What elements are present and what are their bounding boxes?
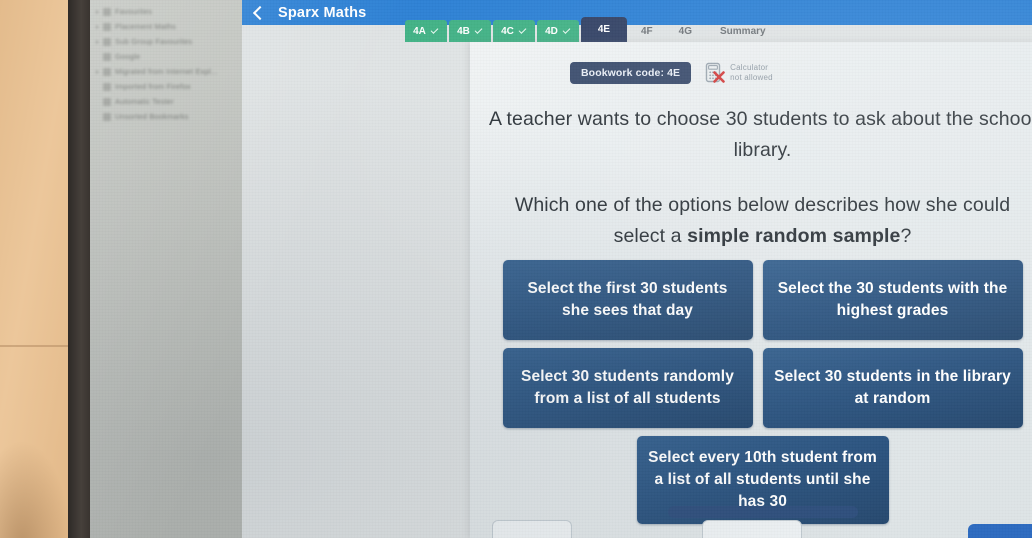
submit-button[interactable]	[968, 524, 1032, 538]
answer-field-placeholder[interactable]	[668, 506, 858, 518]
answer-options-row-1: Select the first 30 students she sees th…	[470, 260, 1032, 340]
tab-label: 4B	[457, 25, 470, 37]
answer-options: Select the first 30 students she sees th…	[470, 260, 1032, 532]
bookmark-item[interactable]: Migrated from Internet Expl...	[90, 64, 242, 79]
folder-icon	[103, 22, 111, 31]
bookmark-label: Sub Group Favourites	[115, 37, 193, 46]
calculator-note-text: Calculator not allowed	[730, 63, 773, 83]
answer-option-b[interactable]: Select the 30 students with the highest …	[762, 260, 1023, 340]
tab-label: 4G	[678, 25, 693, 37]
question-meta-row: Bookwork code: 4E Calculator not allowed	[570, 62, 773, 84]
question-emphasis: simple random sample	[687, 225, 901, 247]
wall-seam	[0, 345, 72, 347]
browser-bookmarks-sidebar[interactable]: Favourites Placement Maths Sub Group Fav…	[90, 0, 242, 538]
calculator-note-line2: not allowed	[730, 73, 773, 82]
folder-icon	[103, 37, 111, 46]
bookmark-item[interactable]: Favourites	[90, 4, 242, 19]
question-paragraph-2-post: ?	[900, 225, 912, 247]
tab-label: 4A	[413, 25, 426, 37]
bottom-toolbar	[470, 506, 1032, 538]
bookmark-item[interactable]: Automatic Tester	[90, 94, 242, 109]
tab-4e[interactable]: 4E	[581, 17, 627, 42]
room-wall-background	[0, 0, 72, 538]
screen-surface: Favourites Placement Maths Sub Group Fav…	[90, 0, 1032, 538]
check-icon	[430, 27, 439, 36]
folder-icon	[103, 82, 111, 91]
question-paragraph-2: Which one of the options below describes…	[488, 190, 1032, 252]
answer-option-d[interactable]: Select 30 students in the library at ran…	[762, 348, 1023, 428]
chevron-right-icon	[96, 9, 99, 14]
folder-icon	[103, 112, 111, 121]
folder-icon	[103, 97, 111, 106]
question-tab-strip: 4A 4B 4C 4D 4E 4F 4G Summary	[242, 14, 1032, 42]
bookmark-label: Unsorted Bookmarks	[115, 112, 189, 121]
bookmark-label: Placement Maths	[115, 22, 176, 31]
check-icon	[474, 27, 483, 36]
tab-4d[interactable]: 4D	[537, 20, 579, 42]
question-paragraph-1: A teacher wants to choose 30 students to…	[488, 108, 1032, 161]
bookwork-code-badge[interactable]: Bookwork code: 4E	[570, 62, 692, 84]
answer-options-row-2: Select 30 students randomly from a list …	[470, 348, 1032, 428]
tab-label: 4C	[501, 25, 514, 37]
folder-icon	[103, 7, 111, 16]
favicon-icon	[103, 52, 111, 61]
tab-4c[interactable]: 4C	[493, 20, 535, 42]
question-text: A teacher wants to choose 30 students to…	[488, 104, 1032, 252]
chevron-right-icon	[96, 24, 99, 29]
bookmark-label: Favourites	[115, 7, 153, 16]
check-icon	[518, 27, 527, 36]
chevron-right-icon	[96, 39, 99, 44]
tab-4a[interactable]: 4A	[405, 20, 447, 42]
bookmark-item[interactable]: Google	[90, 49, 242, 64]
answer-option-c[interactable]: Select 30 students randomly from a list …	[502, 348, 753, 428]
sparx-maths-app: Sparx Maths 4A 4B 4C 4D 4E 4F 4G Summary…	[242, 0, 1032, 538]
tab-4b[interactable]: 4B	[449, 20, 491, 42]
chevron-right-icon	[96, 69, 99, 74]
bookmark-item[interactable]: Sub Group Favourites	[90, 34, 242, 49]
secondary-button-left[interactable]	[492, 520, 572, 538]
tab-label: 4D	[545, 25, 558, 37]
bookmark-item[interactable]: Imported from Firefox	[90, 79, 242, 94]
bookmark-label: Google	[115, 52, 141, 61]
wall-shadow	[0, 440, 72, 538]
secondary-button-middle[interactable]	[702, 520, 802, 538]
calculator-note-line1: Calculator	[730, 63, 769, 72]
bookmark-item[interactable]: Unsorted Bookmarks	[90, 109, 242, 124]
tab-label: Summary	[720, 25, 766, 37]
tab-4g[interactable]: 4G	[667, 20, 704, 42]
answer-option-a[interactable]: Select the first 30 students she sees th…	[502, 260, 753, 340]
monitor-bezel	[68, 0, 92, 538]
photographed-screen: Favourites Placement Maths Sub Group Fav…	[0, 0, 1032, 538]
bookmark-label: Imported from Firefox	[115, 82, 191, 91]
folder-icon	[103, 67, 111, 76]
calculator-not-allowed-icon	[705, 62, 725, 84]
tab-label: 4E	[597, 24, 611, 35]
tab-summary[interactable]: Summary	[706, 20, 776, 42]
calculator-not-allowed-note: Calculator not allowed	[705, 62, 773, 84]
question-card: Bookwork code: 4E Calculator not allowed…	[470, 42, 1032, 538]
bookmark-label: Automatic Tester	[115, 97, 174, 106]
tab-4f[interactable]: 4F	[629, 20, 665, 42]
bookmark-label: Migrated from Internet Expl...	[115, 67, 218, 76]
tab-label: 4F	[641, 25, 653, 37]
bookmark-item[interactable]: Placement Maths	[90, 19, 242, 34]
check-icon	[562, 27, 571, 36]
